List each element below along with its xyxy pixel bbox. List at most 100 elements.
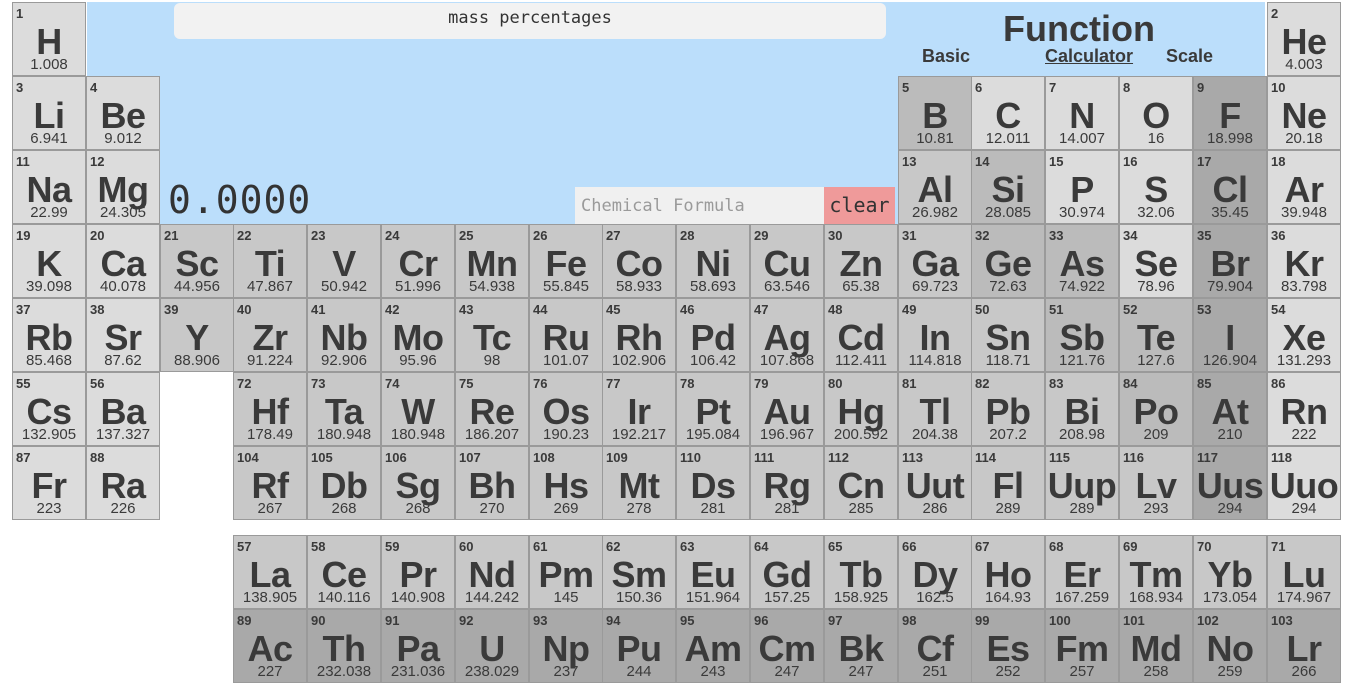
element-cell-th[interactable]: 90 Th 232.038 — [307, 609, 381, 683]
element-cell-bh[interactable]: 107 Bh 270 — [455, 446, 529, 520]
element-cell-as[interactable]: 33 As 74.922 — [1045, 224, 1119, 298]
element-cell-cn[interactable]: 112 Cn 285 — [824, 446, 898, 520]
element-cell-uus[interactable]: 117 Uus 294 — [1193, 446, 1267, 520]
element-cell-rb[interactable]: 37 Rb 85.468 — [12, 298, 86, 372]
element-cell-lu[interactable]: 71 Lu 174.967 — [1267, 535, 1341, 609]
element-cell-rn[interactable]: 86 Rn 222 — [1267, 372, 1341, 446]
element-cell-be[interactable]: 4 Be 9.012 — [86, 76, 160, 150]
element-cell-ta[interactable]: 73 Ta 180.948 — [307, 372, 381, 446]
element-cell-pm[interactable]: 61 Pm 145 — [529, 535, 603, 609]
element-cell-ge[interactable]: 32 Ge 72.63 — [971, 224, 1045, 298]
element-cell-ra[interactable]: 88 Ra 226 — [86, 446, 160, 520]
element-cell-fm[interactable]: 100 Fm 257 — [1045, 609, 1119, 683]
element-cell-w[interactable]: 74 W 180.948 — [381, 372, 455, 446]
element-cell-hg[interactable]: 80 Hg 200.592 — [824, 372, 898, 446]
element-cell-li[interactable]: 3 Li 6.941 — [12, 76, 86, 150]
element-cell-ni[interactable]: 28 Ni 58.693 — [676, 224, 750, 298]
element-cell-uut[interactable]: 113 Uut 286 — [898, 446, 972, 520]
element-cell-re[interactable]: 75 Re 186.207 — [455, 372, 529, 446]
element-cell-c[interactable]: 6 C 12.011 — [971, 76, 1045, 150]
element-cell-pa[interactable]: 91 Pa 231.036 — [381, 609, 455, 683]
element-cell-cf[interactable]: 98 Cf 251 — [898, 609, 972, 683]
element-cell-bk[interactable]: 97 Bk 247 — [824, 609, 898, 683]
element-cell-tl[interactable]: 81 Tl 204.38 — [898, 372, 972, 446]
element-cell-cl[interactable]: 17 Cl 35.45 — [1193, 150, 1267, 224]
element-cell-am[interactable]: 95 Am 243 — [676, 609, 750, 683]
element-cell-mo[interactable]: 42 Mo 95.96 — [381, 298, 455, 372]
element-cell-nb[interactable]: 41 Nb 92.906 — [307, 298, 381, 372]
element-cell-xe[interactable]: 54 Xe 131.293 — [1267, 298, 1341, 372]
element-cell-ds[interactable]: 110 Ds 281 — [676, 446, 750, 520]
element-cell-zn[interactable]: 30 Zn 65.38 — [824, 224, 898, 298]
element-cell-gd[interactable]: 64 Gd 157.25 — [750, 535, 824, 609]
element-cell-la[interactable]: 57 La 138.905 — [233, 535, 307, 609]
element-cell-pd[interactable]: 46 Pd 106.42 — [676, 298, 750, 372]
element-cell-co[interactable]: 27 Co 58.933 — [602, 224, 676, 298]
element-cell-at[interactable]: 85 At 210 — [1193, 372, 1267, 446]
element-cell-es[interactable]: 99 Es 252 — [971, 609, 1045, 683]
element-cell-sg[interactable]: 106 Sg 268 — [381, 446, 455, 520]
element-cell-au[interactable]: 79 Au 196.967 — [750, 372, 824, 446]
element-cell-sc[interactable]: 21 Sc 44.956 — [160, 224, 234, 298]
element-cell-ru[interactable]: 44 Ru 101.07 — [529, 298, 603, 372]
element-cell-eu[interactable]: 63 Eu 151.964 — [676, 535, 750, 609]
element-cell-i[interactable]: 53 I 126.904 — [1193, 298, 1267, 372]
element-cell-sr[interactable]: 38 Sr 87.62 — [86, 298, 160, 372]
element-cell-pr[interactable]: 59 Pr 140.908 — [381, 535, 455, 609]
element-cell-tb[interactable]: 65 Tb 158.925 — [824, 535, 898, 609]
element-cell-ac[interactable]: 89 Ac 227 — [233, 609, 307, 683]
element-cell-pb[interactable]: 82 Pb 207.2 — [971, 372, 1045, 446]
element-cell-p[interactable]: 15 P 30.974 — [1045, 150, 1119, 224]
element-cell-in[interactable]: 49 In 114.818 — [898, 298, 972, 372]
element-cell-mg[interactable]: 12 Mg 24.305 — [86, 150, 160, 224]
element-cell-ar[interactable]: 18 Ar 39.948 — [1267, 150, 1341, 224]
element-cell-ag[interactable]: 47 Ag 107.868 — [750, 298, 824, 372]
element-cell-db[interactable]: 105 Db 268 — [307, 446, 381, 520]
element-cell-ho[interactable]: 67 Ho 164.93 — [971, 535, 1045, 609]
element-cell-np[interactable]: 93 Np 237 — [529, 609, 603, 683]
element-cell-md[interactable]: 101 Md 258 — [1119, 609, 1193, 683]
element-cell-v[interactable]: 23 V 50.942 — [307, 224, 381, 298]
element-cell-hf[interactable]: 72 Hf 178.49 — [233, 372, 307, 446]
element-cell-br[interactable]: 35 Br 79.904 — [1193, 224, 1267, 298]
element-cell-ba[interactable]: 56 Ba 137.327 — [86, 372, 160, 446]
element-cell-dy[interactable]: 66 Dy 162.5 — [898, 535, 972, 609]
element-cell-cr[interactable]: 24 Cr 51.996 — [381, 224, 455, 298]
element-cell-hs[interactable]: 108 Hs 269 — [529, 446, 603, 520]
element-cell-ne[interactable]: 10 Ne 20.18 — [1267, 76, 1341, 150]
element-cell-no[interactable]: 102 No 259 — [1193, 609, 1267, 683]
element-cell-uuo[interactable]: 118 Uuo 294 — [1267, 446, 1341, 520]
element-cell-ca[interactable]: 20 Ca 40.078 — [86, 224, 160, 298]
element-cell-po[interactable]: 84 Po 209 — [1119, 372, 1193, 446]
element-cell-he[interactable]: 2 He 4.003 — [1267, 2, 1341, 76]
element-cell-y[interactable]: 39 Y 88.906 — [160, 298, 234, 372]
element-cell-sb[interactable]: 51 Sb 121.76 — [1045, 298, 1119, 372]
element-cell-pu[interactable]: 94 Pu 244 — [602, 609, 676, 683]
element-cell-mt[interactable]: 109 Mt 278 — [602, 446, 676, 520]
element-cell-ti[interactable]: 22 Ti 47.867 — [233, 224, 307, 298]
element-cell-lv[interactable]: 116 Lv 293 — [1119, 446, 1193, 520]
element-cell-uup[interactable]: 115 Uup 289 — [1045, 446, 1119, 520]
element-cell-lr[interactable]: 103 Lr 266 — [1267, 609, 1341, 683]
element-cell-bi[interactable]: 83 Bi 208.98 — [1045, 372, 1119, 446]
element-cell-fe[interactable]: 26 Fe 55.845 — [529, 224, 603, 298]
element-cell-er[interactable]: 68 Er 167.259 — [1045, 535, 1119, 609]
element-cell-u[interactable]: 92 U 238.029 — [455, 609, 529, 683]
element-cell-rf[interactable]: 104 Rf 267 — [233, 446, 307, 520]
element-cell-cs[interactable]: 55 Cs 132.905 — [12, 372, 86, 446]
element-cell-tc[interactable]: 43 Tc 98 — [455, 298, 529, 372]
element-cell-yb[interactable]: 70 Yb 173.054 — [1193, 535, 1267, 609]
element-cell-pt[interactable]: 78 Pt 195.084 — [676, 372, 750, 446]
element-cell-rg[interactable]: 111 Rg 281 — [750, 446, 824, 520]
element-cell-fl[interactable]: 114 Fl 289 — [971, 446, 1045, 520]
element-cell-n[interactable]: 7 N 14.007 — [1045, 76, 1119, 150]
element-cell-cu[interactable]: 29 Cu 63.546 — [750, 224, 824, 298]
element-cell-al[interactable]: 13 Al 26.982 — [898, 150, 972, 224]
element-cell-ga[interactable]: 31 Ga 69.723 — [898, 224, 972, 298]
element-cell-ir[interactable]: 77 Ir 192.217 — [602, 372, 676, 446]
element-cell-rh[interactable]: 45 Rh 102.906 — [602, 298, 676, 372]
element-cell-sm[interactable]: 62 Sm 150.36 — [602, 535, 676, 609]
element-cell-b[interactable]: 5 B 10.81 — [898, 76, 972, 150]
element-cell-sn[interactable]: 50 Sn 118.71 — [971, 298, 1045, 372]
element-cell-se[interactable]: 34 Se 78.96 — [1119, 224, 1193, 298]
